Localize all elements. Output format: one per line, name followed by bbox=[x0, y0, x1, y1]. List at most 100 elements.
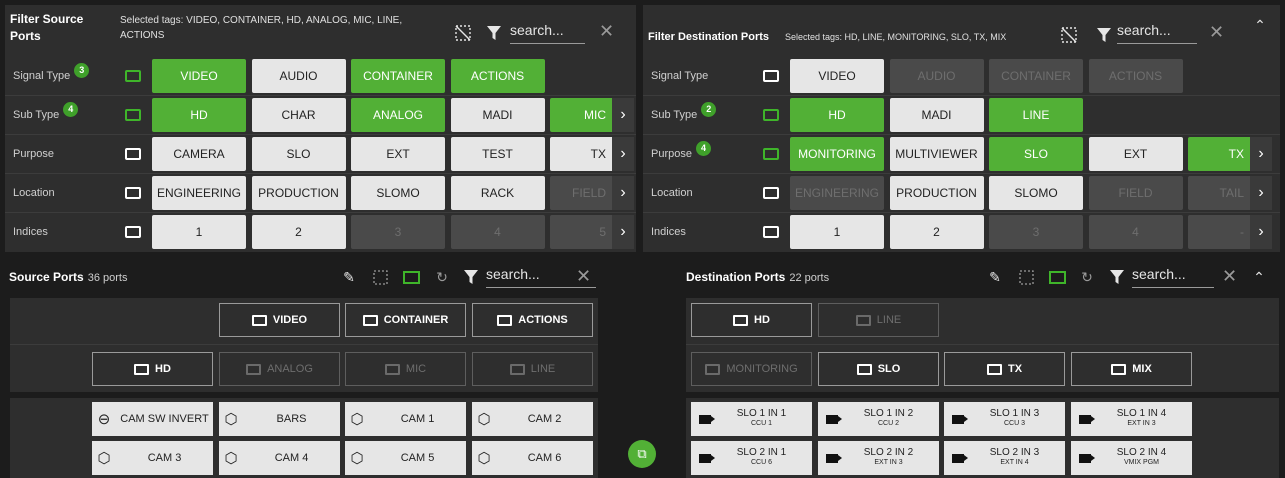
group-folder-button[interactable]: ACTIONS bbox=[472, 303, 593, 337]
group-folder-button[interactable]: LINE bbox=[472, 352, 593, 386]
filter-icon[interactable] bbox=[462, 268, 480, 286]
source-port-tile[interactable]: ⬡ CAM 4 bbox=[219, 441, 340, 475]
filter-tag-chip[interactable]: PRODUCTION bbox=[251, 176, 346, 210]
filter-tag-chip[interactable]: FIELD bbox=[1088, 176, 1183, 210]
dest-filter-search-input[interactable]: search... bbox=[1117, 22, 1197, 44]
chevron-right-icon[interactable]: › bbox=[612, 137, 634, 171]
filter-tag-chip[interactable]: ACTIONS bbox=[1088, 59, 1183, 93]
filter-tag-chip[interactable]: 2 bbox=[889, 215, 984, 249]
group-folder-button[interactable]: MONITORING bbox=[691, 352, 812, 386]
folder-icon[interactable] bbox=[763, 226, 779, 238]
filter-tag-chip[interactable]: HD bbox=[152, 98, 246, 132]
folder-icon[interactable] bbox=[402, 268, 420, 286]
chevron-right-icon[interactable]: › bbox=[1250, 176, 1272, 210]
folder-icon[interactable] bbox=[125, 226, 141, 238]
group-folder-button[interactable]: MIC bbox=[345, 352, 466, 386]
source-port-tile[interactable]: ⬡ CAM 6 bbox=[472, 441, 593, 475]
filter-tag-chip[interactable]: 4 bbox=[1088, 215, 1183, 249]
dest-port-tile[interactable]: SLO 2 IN 4 VMIX PGM bbox=[1071, 441, 1192, 475]
filter-tag-chip[interactable]: VIDEO bbox=[790, 59, 884, 93]
source-port-tile[interactable]: ⬡ CAM 3 bbox=[92, 441, 213, 475]
filter-tag-chip[interactable]: LINE bbox=[989, 98, 1083, 132]
filter-tag-chip[interactable]: MULTIVIEWER bbox=[889, 137, 984, 171]
close-icon[interactable]: ✕ bbox=[1222, 266, 1237, 287]
filter-tag-chip[interactable]: ACTIONS bbox=[450, 59, 545, 93]
folder-icon[interactable] bbox=[125, 70, 141, 82]
group-folder-button[interactable]: ANALOG bbox=[219, 352, 340, 386]
filter-tag-chip[interactable]: PRODUCTION bbox=[889, 176, 984, 210]
refresh-icon[interactable]: ↻ bbox=[1078, 268, 1096, 286]
clear-selection-icon[interactable] bbox=[453, 23, 473, 43]
pencil-icon[interactable]: ✎ bbox=[986, 268, 1004, 286]
filter-tag-chip[interactable]: RACK bbox=[450, 176, 545, 210]
filter-tag-chip[interactable]: SLO bbox=[251, 137, 346, 171]
collapse-chevron-icon[interactable]: ⌃ bbox=[1250, 268, 1268, 286]
group-folder-button[interactable]: HD bbox=[691, 303, 812, 337]
source-port-tile[interactable]: ⬡ BARS bbox=[219, 402, 340, 436]
collapse-chevron-icon[interactable]: ⌃ bbox=[1251, 17, 1269, 33]
chevron-right-icon[interactable]: › bbox=[612, 215, 634, 249]
folder-icon[interactable] bbox=[125, 109, 141, 121]
filter-tag-chip[interactable]: CONTAINER bbox=[989, 59, 1083, 93]
source-port-tile[interactable]: ⬡ CAM 5 bbox=[345, 441, 466, 475]
select-area-icon[interactable] bbox=[1017, 268, 1035, 286]
filter-icon[interactable] bbox=[485, 23, 503, 43]
dest-port-tile[interactable]: SLO 1 IN 1 CCU 1 bbox=[691, 402, 812, 436]
filter-tag-chip[interactable]: MADI bbox=[450, 98, 545, 132]
folder-icon[interactable] bbox=[125, 148, 141, 160]
chevron-right-icon[interactable]: › bbox=[612, 176, 634, 210]
folder-icon[interactable] bbox=[1048, 268, 1066, 286]
filter-tag-chip[interactable]: MONITORING bbox=[790, 137, 884, 171]
copy-connections-button[interactable]: ⧉ bbox=[628, 440, 656, 468]
source-port-tile[interactable]: ⊖ CAM SW INVERT bbox=[92, 402, 213, 436]
folder-icon[interactable] bbox=[763, 70, 779, 82]
group-folder-button[interactable]: LINE bbox=[818, 303, 939, 337]
dest-port-tile[interactable]: SLO 1 IN 3 CCU 3 bbox=[944, 402, 1065, 436]
dest-port-tile[interactable]: SLO 2 IN 1 CCU 6 bbox=[691, 441, 812, 475]
filter-tag-chip[interactable]: TEST bbox=[450, 137, 545, 171]
filter-tag-chip[interactable]: SLOMO bbox=[989, 176, 1083, 210]
dest-port-tile[interactable]: SLO 2 IN 3 EXT IN 4 bbox=[944, 441, 1065, 475]
group-folder-button[interactable]: HD bbox=[92, 352, 213, 386]
source-port-tile[interactable]: ⬡ CAM 2 bbox=[472, 402, 593, 436]
filter-tag-chip[interactable]: AUDIO bbox=[889, 59, 984, 93]
dest-port-tile[interactable]: SLO 1 IN 4 EXT IN 3 bbox=[1071, 402, 1192, 436]
filter-tag-chip[interactable]: VIDEO bbox=[152, 59, 246, 93]
filter-tag-chip[interactable]: 4 bbox=[450, 215, 545, 249]
filter-tag-chip[interactable]: 1 bbox=[790, 215, 884, 249]
source-port-tile[interactable]: ⬡ CAM 1 bbox=[345, 402, 466, 436]
dest-ports-search-input[interactable]: search... bbox=[1132, 266, 1214, 288]
group-folder-button[interactable]: VIDEO bbox=[219, 303, 340, 337]
select-area-icon[interactable] bbox=[371, 268, 389, 286]
filter-tag-chip[interactable]: SLOMO bbox=[351, 176, 445, 210]
filter-tag-chip[interactable]: CHAR bbox=[251, 98, 346, 132]
folder-icon[interactable] bbox=[763, 187, 779, 199]
close-icon[interactable]: ✕ bbox=[599, 21, 614, 42]
chevron-right-icon[interactable]: › bbox=[1250, 137, 1272, 171]
filter-tag-chip[interactable]: CONTAINER bbox=[351, 59, 445, 93]
folder-icon[interactable] bbox=[763, 148, 779, 160]
dest-port-tile[interactable]: SLO 2 IN 2 EXT IN 3 bbox=[818, 441, 939, 475]
filter-tag-chip[interactable]: CAMERA bbox=[152, 137, 246, 171]
close-icon[interactable]: ✕ bbox=[1209, 22, 1224, 43]
filter-tag-chip[interactable]: SLO bbox=[989, 137, 1083, 171]
folder-icon[interactable] bbox=[125, 187, 141, 199]
refresh-icon[interactable]: ↻ bbox=[433, 268, 451, 286]
filter-tag-chip[interactable]: ENGINEERING bbox=[790, 176, 884, 210]
group-folder-button[interactable]: SLO bbox=[818, 352, 939, 386]
filter-tag-chip[interactable]: 1 bbox=[152, 215, 246, 249]
group-folder-button[interactable]: MIX bbox=[1071, 352, 1192, 386]
filter-tag-chip[interactable]: 3 bbox=[351, 215, 445, 249]
pencil-icon[interactable]: ✎ bbox=[340, 268, 358, 286]
filter-tag-chip[interactable]: ANALOG bbox=[351, 98, 445, 132]
filter-icon[interactable] bbox=[1095, 25, 1113, 45]
folder-icon[interactable] bbox=[763, 109, 779, 121]
group-folder-button[interactable]: CONTAINER bbox=[345, 303, 466, 337]
filter-tag-chip[interactable]: HD bbox=[790, 98, 884, 132]
source-filter-search-input[interactable]: search... bbox=[510, 22, 585, 44]
close-icon[interactable]: ✕ bbox=[576, 266, 591, 287]
filter-tag-chip[interactable]: EXT bbox=[1088, 137, 1183, 171]
clear-selection-icon[interactable] bbox=[1059, 25, 1079, 45]
filter-icon[interactable] bbox=[1108, 268, 1126, 286]
dest-port-tile[interactable]: SLO 1 IN 2 CCU 2 bbox=[818, 402, 939, 436]
